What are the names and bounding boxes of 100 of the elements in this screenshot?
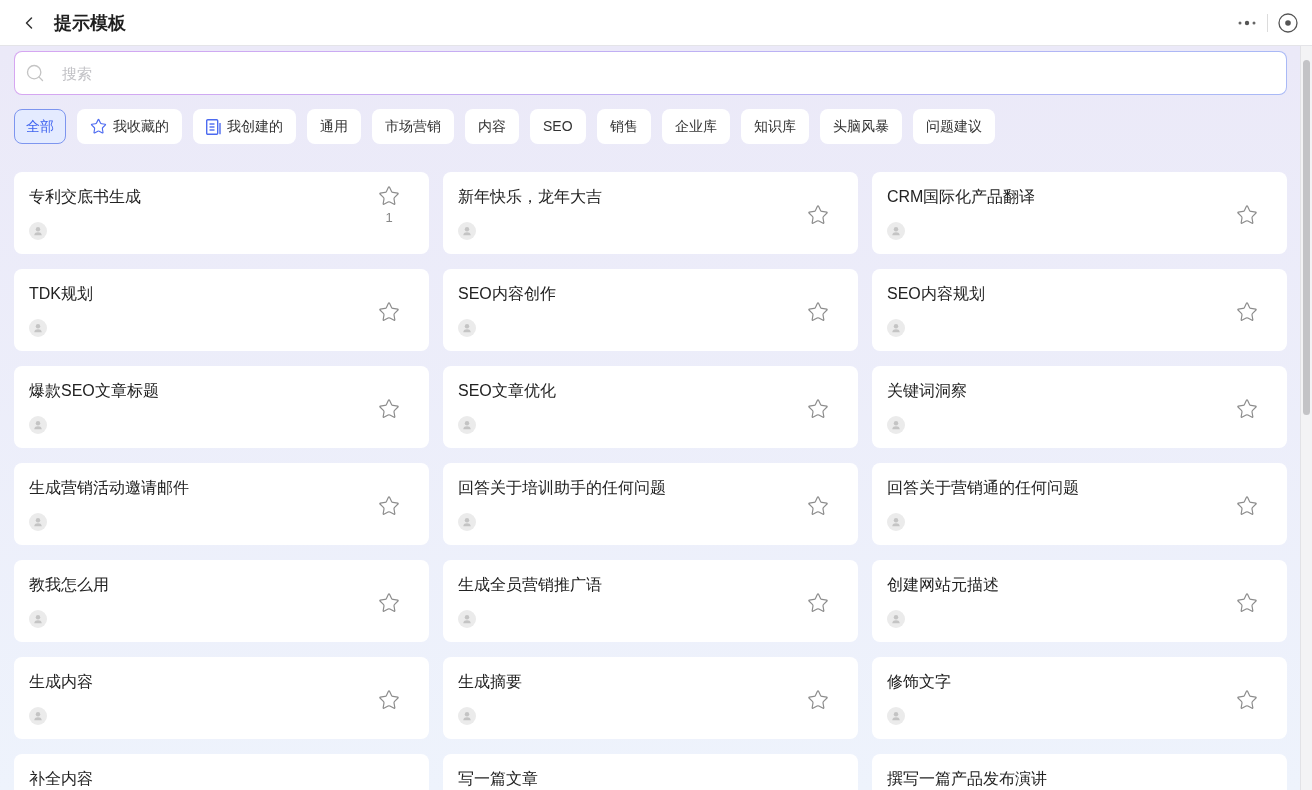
- template-card[interactable]: 回答关于营销通的任何问题: [872, 463, 1287, 545]
- star-icon: [378, 185, 400, 207]
- template-card[interactable]: 新年快乐，龙年大吉: [443, 172, 858, 254]
- template-title: 写一篇文章: [458, 770, 538, 788]
- favorite-button[interactable]: [1236, 495, 1258, 517]
- favorite-button[interactable]: [378, 398, 400, 420]
- favorite-button[interactable]: [378, 495, 400, 517]
- template-title: 生成营销活动邀请邮件: [29, 479, 189, 497]
- star-icon: [1236, 495, 1258, 517]
- favorite-count: 1: [385, 210, 393, 226]
- avatar-icon: [29, 222, 47, 240]
- template-title: 关键词洞察: [887, 382, 967, 400]
- favorite-button[interactable]: [1236, 301, 1258, 323]
- filter-tab[interactable]: 全部: [14, 109, 66, 144]
- favorite-button[interactable]: [807, 689, 829, 711]
- star-icon: [807, 689, 829, 711]
- template-card[interactable]: 生成全员营销推广语: [443, 560, 858, 642]
- template-title: SEO内容创作: [458, 285, 556, 303]
- avatar-icon: [887, 513, 905, 531]
- scrollbar-thumb[interactable]: [1303, 60, 1310, 415]
- document-icon: [206, 118, 221, 135]
- favorite-button[interactable]: [378, 185, 400, 207]
- favorite-button[interactable]: [807, 592, 829, 614]
- template-card[interactable]: 专利交底书生成 1: [14, 172, 429, 254]
- star-icon: [1236, 592, 1258, 614]
- avatar-icon: [458, 222, 476, 240]
- template-title: 补全内容: [29, 770, 93, 788]
- template-title: 回答关于培训助手的任何问题: [458, 479, 666, 497]
- favorite-button[interactable]: [1236, 398, 1258, 420]
- record-button[interactable]: [1278, 12, 1298, 33]
- filter-tab[interactable]: 内容: [465, 109, 519, 144]
- avatar-icon: [29, 513, 47, 531]
- template-card[interactable]: 回答关于培训助手的任何问题: [443, 463, 858, 545]
- favorite-button[interactable]: [1236, 592, 1258, 614]
- favorite-button[interactable]: [378, 592, 400, 614]
- favorite-button[interactable]: [807, 301, 829, 323]
- template-card[interactable]: 生成内容: [14, 657, 429, 739]
- avatar-icon: [458, 610, 476, 628]
- template-card[interactable]: 补全内容: [14, 754, 429, 790]
- more-icon: [1238, 19, 1256, 26]
- filter-tab[interactable]: 销售: [596, 109, 651, 144]
- favorite-button[interactable]: [378, 301, 400, 323]
- favorite-button[interactable]: [807, 204, 829, 226]
- filter-tab[interactable]: 我创建的: [193, 109, 296, 144]
- filter-tab[interactable]: SEO: [530, 109, 586, 144]
- star-icon: [807, 204, 829, 226]
- filter-tab[interactable]: 知识库: [740, 109, 809, 144]
- template-card[interactable]: 创建网站元描述: [872, 560, 1287, 642]
- star-icon: [378, 495, 400, 517]
- favorite-button[interactable]: [1236, 689, 1258, 711]
- star-icon: [378, 301, 400, 323]
- template-title: CRM国际化产品翻译: [887, 188, 1036, 206]
- template-card[interactable]: 关键词洞察: [872, 366, 1287, 448]
- template-card[interactable]: 爆款SEO文章标题: [14, 366, 429, 448]
- circle-dot-icon: [1278, 12, 1298, 33]
- template-card[interactable]: SEO内容规划: [872, 269, 1287, 351]
- avatar-icon: [29, 319, 47, 337]
- avatar-icon: [29, 416, 47, 434]
- template-card[interactable]: 修饰文字: [872, 657, 1287, 739]
- favorite-button[interactable]: [1236, 204, 1258, 226]
- filter-tab[interactable]: 头脑风暴: [819, 109, 902, 144]
- template-title: 新年快乐，龙年大吉: [458, 188, 602, 206]
- star-icon: [90, 118, 107, 135]
- template-card[interactable]: 生成摘要: [443, 657, 858, 739]
- favorite-button[interactable]: [807, 398, 829, 420]
- avatar-icon: [458, 319, 476, 337]
- template-title: SEO内容规划: [887, 285, 985, 303]
- star-icon: [378, 689, 400, 711]
- template-title: 教我怎么用: [29, 576, 109, 594]
- star-icon: [807, 301, 829, 323]
- favorite-button[interactable]: [807, 495, 829, 517]
- avatar-icon: [887, 319, 905, 337]
- filter-tab[interactable]: 市场营销: [372, 109, 454, 144]
- template-title: 生成内容: [29, 673, 93, 691]
- template-title: TDK规划: [29, 285, 93, 303]
- template-card[interactable]: SEO文章优化: [443, 366, 858, 448]
- filter-tab[interactable]: 企业库: [661, 109, 730, 144]
- avatar-icon: [458, 513, 476, 531]
- template-card[interactable]: 写一篇文章: [443, 754, 858, 790]
- template-title: 回答关于营销通的任何问题: [887, 479, 1079, 497]
- search-icon: [25, 63, 45, 83]
- star-icon: [378, 398, 400, 420]
- filter-tab[interactable]: 通用: [307, 109, 361, 144]
- template-card[interactable]: 撰写一篇产品发布演讲: [872, 754, 1287, 790]
- star-icon: [807, 495, 829, 517]
- template-card[interactable]: 生成营销活动邀请邮件: [14, 463, 429, 545]
- filter-tab[interactable]: 我收藏的: [77, 109, 182, 144]
- avatar-icon: [29, 610, 47, 628]
- filter-tab[interactable]: 问题建议: [912, 109, 995, 144]
- template-card[interactable]: CRM国际化产品翻译: [872, 172, 1287, 254]
- template-card[interactable]: 教我怎么用: [14, 560, 429, 642]
- avatar-icon: [458, 416, 476, 434]
- favorite-button[interactable]: [378, 689, 400, 711]
- template-title: 专利交底书生成: [29, 188, 141, 206]
- search-field[interactable]: 搜索: [14, 51, 1287, 95]
- star-icon: [807, 398, 829, 420]
- template-title: 生成摘要: [458, 673, 522, 691]
- template-card[interactable]: TDK规划: [14, 269, 429, 351]
- avatar-icon: [887, 610, 905, 628]
- template-card[interactable]: SEO内容创作: [443, 269, 858, 351]
